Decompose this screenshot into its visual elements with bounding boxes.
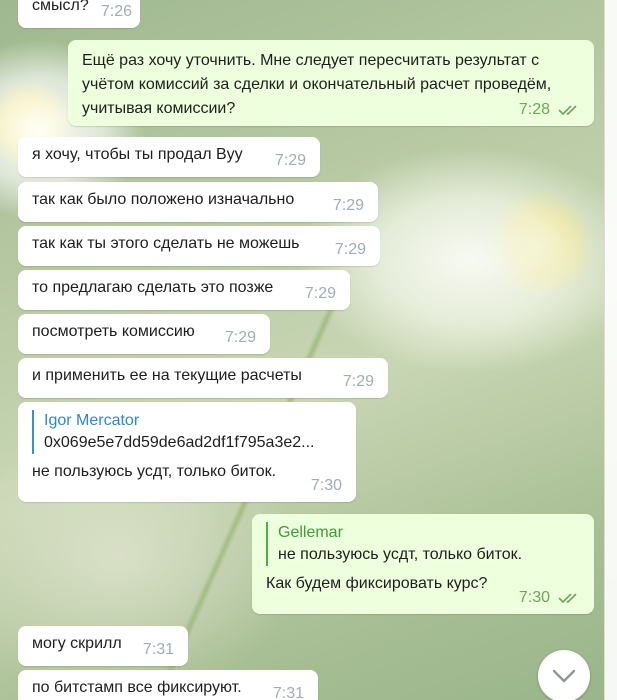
message-time: 7:30 <box>518 589 550 606</box>
message-time: 7:29 <box>334 241 366 258</box>
message-incoming[interactable]: смысл? 7:26 <box>18 0 140 28</box>
message-incoming[interactable]: и применить ее на текущие расчеты 7:29 <box>18 358 388 398</box>
message-incoming[interactable]: так как было положено изначально 7:29 <box>18 182 378 222</box>
message-text: то предлагаю сделать это позже <box>32 279 274 296</box>
chevron-down-icon <box>552 669 576 683</box>
message-text: не пользуюсь усдт, только биток. <box>32 463 277 480</box>
scrollbar[interactable] <box>604 0 617 700</box>
message-time: 7:29 <box>342 373 374 390</box>
message-incoming[interactable]: по битстамп все фиксируют. 7:31 <box>18 670 318 700</box>
message-incoming[interactable]: так как ты этого сделать не можешь 7:29 <box>18 226 380 266</box>
message-incoming-reply[interactable]: Igor Mercator 0x069e5e7dd59de6ad2df1f795… <box>18 402 356 502</box>
message-incoming[interactable]: могу скрилл 7:31 <box>18 626 188 666</box>
message-time: 7:26 <box>100 3 132 20</box>
message-incoming[interactable]: посмотреть комиссию 7:29 <box>18 314 270 354</box>
message-list[interactable]: смысл? 7:26 Ещё раз хочу уточнить. Мне с… <box>0 0 605 700</box>
message-outgoing[interactable]: Ещё раз хочу уточнить. Мне следует перес… <box>68 40 594 126</box>
message-text: я хочу, чтобы ты продал Byy <box>32 146 243 163</box>
message-time: 7:30 <box>310 477 342 494</box>
message-time: 7:29 <box>304 285 336 302</box>
double-check-icon <box>558 105 577 116</box>
message-time: 7:31 <box>142 641 174 658</box>
message-outgoing-reply[interactable]: Gellemar не пользуюсь усдт, только биток… <box>252 514 594 614</box>
message-text: так как было положено изначально <box>32 191 295 208</box>
message-time: 7:29 <box>224 329 256 346</box>
message-text: посмотреть комиссию <box>32 323 195 340</box>
message-text: могу скрилл <box>32 635 122 652</box>
reply-text: 0x069e5e7dd59de6ad2df1f795a3e2... <box>44 434 315 451</box>
reply-quote[interactable]: Igor Mercator 0x069e5e7dd59de6ad2df1f795… <box>32 410 342 454</box>
message-text: так как ты этого сделать не можешь <box>32 235 300 252</box>
message-time: 7:29 <box>332 197 364 214</box>
scroll-down-button[interactable] <box>538 650 590 700</box>
message-incoming[interactable]: я хочу, чтобы ты продал Byy 7:29 <box>18 137 320 177</box>
message-incoming[interactable]: то предлагаю сделать это позже 7:29 <box>18 270 350 310</box>
message-text: смысл? <box>32 0 89 14</box>
message-time: 7:28 <box>518 101 550 118</box>
message-time: 7:31 <box>272 685 304 700</box>
message-text: и применить ее на текущие расчеты <box>32 367 302 384</box>
reply-author: Gellemar <box>278 524 343 541</box>
message-text: Как будем фиксировать курс? <box>266 575 488 592</box>
reply-quote[interactable]: Gellemar не пользуюсь усдт, только биток… <box>266 522 580 566</box>
double-check-icon <box>558 593 577 604</box>
reply-author: Igor Mercator <box>44 412 140 429</box>
message-text: по битстамп все фиксируют. <box>32 679 242 696</box>
message-text: Ещё раз хочу уточнить. Мне следует перес… <box>82 52 552 117</box>
message-time: 7:29 <box>274 152 306 169</box>
reply-text: не пользуюсь усдт, только биток. <box>278 546 523 563</box>
